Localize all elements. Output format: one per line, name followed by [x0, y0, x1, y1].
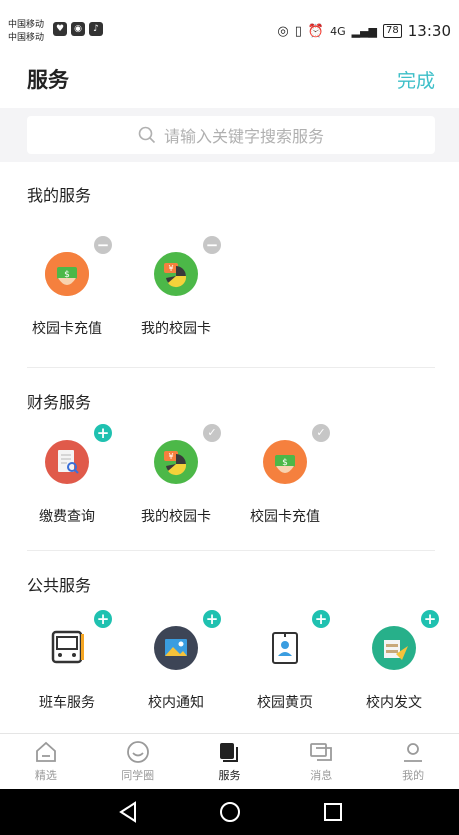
card-recharge-icon: $ −	[45, 236, 112, 296]
service-label: 我的校园卡	[141, 509, 211, 525]
battery-icon: 78	[383, 24, 402, 38]
nfc-icon: ◎	[277, 23, 289, 39]
done-button[interactable]: 完成	[397, 66, 435, 93]
service-label: 校园卡充值	[250, 509, 320, 525]
tab-label: 精选	[34, 769, 57, 782]
card-recharge-icon: $ ✓	[263, 424, 330, 484]
svg-text:¥: ¥	[168, 264, 173, 273]
yellow-pages-icon: +	[263, 610, 330, 670]
service-label: 班车服务	[39, 695, 95, 711]
carrier-info: 中国移动 中国移动	[8, 19, 44, 45]
campus-card-icon: ¥ ✓	[154, 424, 221, 484]
service-icon	[220, 743, 239, 762]
add-badge[interactable]: +	[312, 610, 330, 628]
app-icon: ◉	[71, 22, 85, 36]
added-check-badge: ✓	[203, 424, 221, 442]
service-yellow-pages[interactable]: + 校园黄页	[235, 610, 335, 712]
tiktok-icon: ♪	[89, 22, 103, 36]
profile-icon	[404, 743, 423, 762]
add-badge[interactable]: +	[203, 610, 221, 628]
service-label: 校内发文	[366, 695, 422, 711]
status-right: ◎ ▯ ⏰ 4G ▂▄▆ 78 13:30	[277, 22, 451, 40]
alarm-icon: ⏰	[307, 23, 325, 39]
tab-label: 服务	[218, 769, 241, 782]
header: 服务 完成	[0, 44, 459, 108]
clock: 13:30	[407, 22, 451, 40]
back-icon[interactable]	[117, 801, 139, 823]
home-icon	[35, 741, 56, 762]
message-icon	[310, 743, 333, 761]
search-placeholder: 请输入关键字搜索服务	[163, 127, 324, 146]
my-services-title: 我的服务	[27, 186, 92, 205]
service-label: 校园卡充值	[32, 321, 102, 337]
tab-label: 消息	[310, 769, 333, 782]
tab-label: 我的	[402, 769, 425, 782]
status-bar: 中国移动 中国移动 ♥ ◉ ♪ ◎ ▯ ⏰ 4G ▂▄▆ 78 13:30	[0, 0, 459, 44]
tab-profile[interactable]: 我的	[367, 734, 459, 789]
circle-icon	[126, 741, 149, 763]
search-icon	[138, 126, 156, 144]
payment-query-icon: +	[45, 424, 112, 484]
tab-services[interactable]: 服务	[184, 734, 276, 789]
public-services-title: 公共服务	[27, 576, 92, 595]
svg-text:¥: ¥	[168, 452, 173, 461]
finance-services-title: 财务服务	[27, 393, 92, 412]
service-card-recharge[interactable]: $ ✓ 校园卡充值	[235, 424, 335, 526]
document-icon: +	[372, 610, 439, 670]
service-label: 校园黄页	[257, 695, 313, 711]
tab-featured[interactable]: 精选	[0, 734, 92, 789]
divider	[27, 550, 435, 551]
service-notice[interactable]: + 校内通知	[126, 610, 226, 712]
home-button-icon[interactable]	[219, 801, 241, 823]
signal-icon: 4G	[330, 24, 346, 38]
service-label: 我的校园卡	[141, 321, 211, 337]
notification-icons: ♥ ◉ ♪	[53, 22, 103, 36]
campus-card-icon: ¥ −	[154, 236, 221, 296]
service-card-recharge[interactable]: $ − 校园卡充值	[17, 236, 117, 338]
carrier-1: 中国移动	[8, 20, 45, 30]
search-bar: 请输入关键字搜索服务	[0, 108, 459, 162]
page-title: 服务	[27, 68, 69, 92]
service-payment-query[interactable]: + 缴费查询	[17, 424, 117, 526]
health-icon: ♥	[53, 22, 67, 36]
service-label: 缴费查询	[39, 509, 95, 525]
system-nav-bar	[0, 789, 459, 835]
vibrate-icon: ▯	[294, 23, 302, 39]
tab-classmates[interactable]: 同学圈	[92, 734, 184, 789]
tab-label: 同学圈	[121, 769, 155, 782]
service-campus-card[interactable]: ¥ − 我的校园卡	[126, 236, 226, 338]
tab-messages[interactable]: 消息	[275, 734, 367, 789]
notice-icon: +	[154, 610, 221, 670]
remove-badge[interactable]: −	[94, 236, 112, 254]
add-badge[interactable]: +	[421, 610, 439, 628]
add-badge[interactable]: +	[94, 610, 112, 628]
divider	[27, 367, 435, 368]
service-campus-card[interactable]: ¥ ✓ 我的校园卡	[126, 424, 226, 526]
signal-bars-icon: ▂▄▆	[351, 24, 378, 38]
recents-icon[interactable]	[322, 801, 344, 823]
service-label: 校内通知	[148, 695, 204, 711]
bottom-tab-bar: 精选 同学圈 服务 消息 我的	[0, 733, 459, 789]
remove-badge[interactable]: −	[203, 236, 221, 254]
service-bus[interactable]: + 班车服务	[17, 610, 117, 712]
add-badge[interactable]: +	[94, 424, 112, 442]
search-input[interactable]: 请输入关键字搜索服务	[27, 116, 435, 154]
added-check-badge: ✓	[312, 424, 330, 442]
service-document[interactable]: + 校内发文	[344, 610, 444, 712]
bus-icon: +	[45, 610, 112, 670]
